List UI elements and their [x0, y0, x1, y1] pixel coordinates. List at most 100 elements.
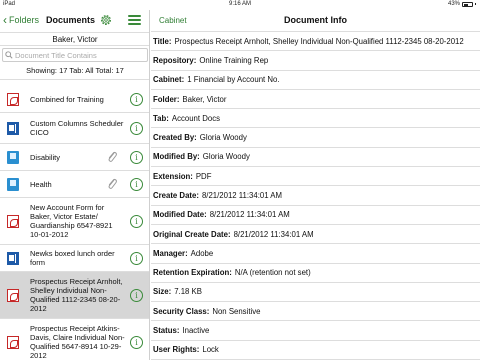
battery-icon	[462, 1, 473, 7]
document-title: Prospectus Receipt Arnholt, Shelley Indi…	[30, 277, 123, 313]
word-icon	[7, 122, 20, 135]
field-value: Account Docs	[171, 113, 220, 123]
field-value: Prospectus Receipt Arnholt, Shelley Indi…	[174, 36, 464, 46]
field-label: Modified By:	[153, 152, 200, 162]
battery-indicator: 43%	[448, 1, 476, 7]
current-folder-name: Baker, Victor	[0, 32, 149, 46]
info-icon[interactable]: i	[130, 215, 143, 228]
field-status: Status: Inactive	[151, 321, 480, 341]
chevron-left-icon: ‹	[3, 12, 7, 27]
document-title: New Account Form for Baker, Victor Estat…	[30, 203, 113, 239]
field-value: 1 Financial by Account No.	[187, 75, 280, 85]
document-title: Custom Columns Scheduler CICO	[30, 119, 124, 137]
info-icon[interactable]: i	[130, 336, 143, 349]
pdf-icon	[7, 215, 19, 228]
field-value: Non Sensitive	[212, 306, 261, 316]
book-icon	[7, 151, 19, 164]
field-modified-by: Modified By: Gloria Woody	[151, 148, 480, 168]
document-row[interactable]: Prospectus Receipt Atkins-Davis, Claire …	[0, 319, 149, 360]
menu-icon[interactable]	[128, 15, 141, 25]
document-title: Prospectus Receipt Atkins-Davis, Claire …	[30, 324, 125, 360]
info-icon[interactable]: i	[130, 122, 143, 135]
document-row[interactable]: Newks boxed lunch order form i	[0, 245, 149, 272]
document-row[interactable]: New Account Form for Baker, Victor Estat…	[0, 198, 149, 245]
folders-back-button[interactable]: ‹ Folders	[3, 12, 40, 27]
field-label: Created By:	[153, 133, 197, 143]
search-icon	[5, 51, 13, 59]
clock: 9:16 AM	[228, 1, 251, 7]
field-label: Manager:	[153, 248, 188, 258]
document-info-panel: Cabinet Document Info Title: Prospectus …	[151, 10, 480, 360]
info-icon[interactable]: i	[130, 252, 143, 265]
attachment-icon	[108, 178, 117, 189]
info-icon[interactable]: i	[130, 93, 143, 106]
field-value: N/A (retention not set)	[234, 268, 311, 278]
battery-percent: 43%	[447, 1, 460, 7]
field-label: Tab:	[153, 113, 169, 123]
document-info-nav-bar: Cabinet Document Info	[151, 10, 480, 32]
field-value: Lock	[202, 345, 219, 355]
documents-title: Documents	[46, 15, 96, 25]
search-placeholder: Document Title Contains	[15, 50, 97, 60]
field-cabinet: Cabinet: 1 Financial by Account No.	[151, 71, 480, 90]
document-row[interactable]: Health i	[0, 171, 149, 198]
gear-icon[interactable]	[99, 13, 113, 27]
field-label: Retention Expiration:	[153, 268, 232, 278]
field-size: Size: 7.18 KB	[151, 283, 480, 303]
book-icon	[7, 178, 19, 191]
field-extension: Extension: PDF	[151, 167, 480, 187]
field-label: Status:	[153, 326, 180, 336]
field-value: 8/21/2012 11:34:01 AM	[233, 229, 314, 239]
field-manager: Manager: Adobe	[151, 244, 480, 264]
info-icon[interactable]: i	[130, 178, 143, 191]
field-label: Repository:	[153, 55, 197, 65]
field-value: Gloria Woody	[202, 152, 250, 162]
field-value: 7.18 KB	[174, 287, 202, 297]
attachment-icon	[108, 151, 117, 162]
field-value: Inactive	[182, 326, 210, 336]
info-icon[interactable]: i	[130, 289, 143, 302]
field-value: PDF	[195, 171, 212, 181]
field-security-class: Security Class: Non Sensitive	[151, 302, 480, 322]
field-value: 8/21/2012 11:34:01 AM	[201, 190, 282, 200]
field-label: Modified Date:	[153, 210, 207, 220]
field-label: User Rights:	[153, 345, 200, 355]
document-title: Newks boxed lunch order form	[30, 249, 115, 267]
field-repository: Repository: Online Training Rep	[151, 51, 480, 71]
pdf-icon	[7, 93, 19, 106]
field-label: Extension:	[153, 171, 193, 181]
field-value: Adobe	[190, 248, 214, 258]
field-retention-expiration: Retention Expiration: N/A (retention not…	[151, 264, 480, 283]
field-tab: Tab: Account Docs	[151, 109, 480, 129]
documents-panel: ‹ Folders Documents Baker, Victor Docume…	[0, 10, 150, 360]
field-value: 8/21/2012 11:34:01 AM	[209, 210, 290, 220]
info-icon[interactable]: i	[130, 151, 143, 164]
field-label: Original Create Date:	[153, 229, 231, 239]
field-label: Size:	[153, 287, 172, 297]
field-label: Security Class:	[153, 306, 210, 316]
status-bar: iPad 9:16 AM 43%	[0, 0, 480, 10]
document-row[interactable]: Combined for Training i	[0, 86, 149, 113]
field-user-rights: User Rights: Lock	[151, 341, 480, 360]
document-list: Combined for Training i Custom Columns S…	[0, 86, 149, 360]
field-label: Create Date:	[153, 190, 199, 200]
field-modified-date: Modified Date: 8/21/2012 11:34:01 AM	[151, 206, 480, 225]
pdf-icon	[7, 336, 19, 349]
documents-nav-bar: ‹ Folders Documents	[0, 10, 149, 32]
document-info-title: Document Info	[284, 15, 347, 25]
field-original-create-date: Original Create Date: 8/21/2012 11:34:01…	[151, 225, 480, 245]
field-title: Title: Prospectus Receipt Arnholt, Shell…	[151, 32, 480, 52]
document-search-input[interactable]: Document Title Contains	[2, 48, 148, 62]
field-value: Gloria Woody	[199, 133, 247, 143]
field-label: Title:	[153, 36, 172, 46]
pdf-icon	[7, 289, 19, 302]
document-row-selected[interactable]: Prospectus Receipt Arnholt, Shelley Indi…	[0, 272, 149, 319]
field-created-by: Created By: Gloria Woody	[151, 128, 480, 148]
field-create-date: Create Date: 8/21/2012 11:34:01 AM	[151, 186, 480, 206]
word-icon	[7, 252, 20, 265]
folders-back-label: Folders	[9, 15, 40, 25]
document-row[interactable]: Disability i	[0, 144, 149, 171]
document-row[interactable]: Custom Columns Scheduler CICO i	[0, 113, 149, 144]
field-value: Online Training Rep	[199, 55, 269, 65]
document-title: Combined for Training	[30, 95, 104, 104]
